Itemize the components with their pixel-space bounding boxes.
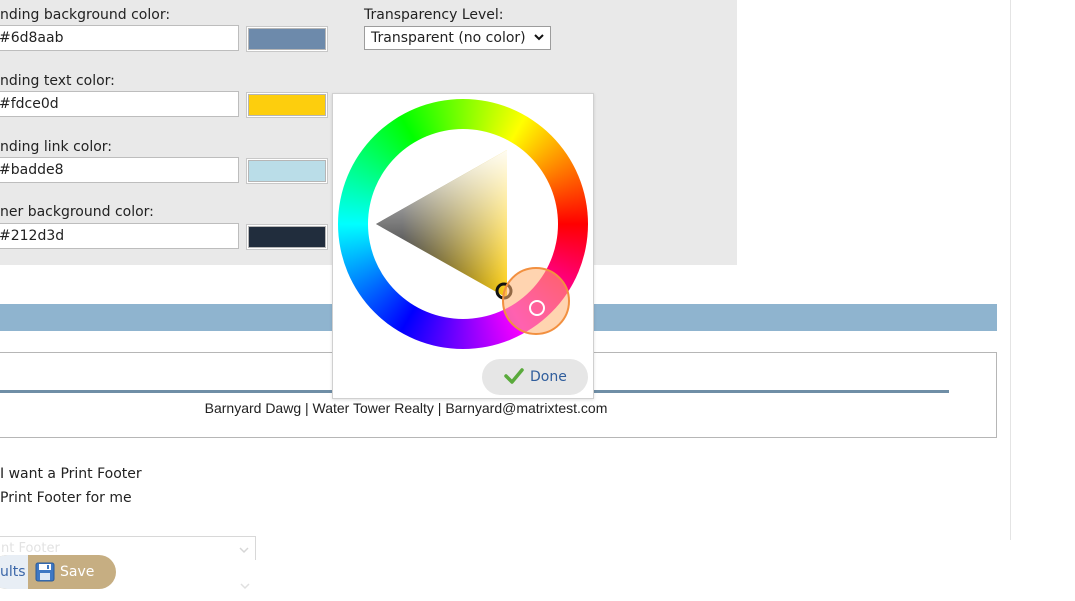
save-button-group: ults Save [0, 555, 116, 589]
results-button-label: ults [0, 564, 26, 580]
heading-text-color-swatch[interactable] [247, 93, 327, 117]
done-button-label: Done [530, 369, 567, 385]
transparency-selected-value: Transparent (no color) [371, 30, 526, 46]
heading-background-color-label: nding background color: [0, 7, 171, 23]
transparency-level-label: Transparency Level: [364, 7, 504, 23]
save-button[interactable]: Save [60, 564, 94, 580]
color-picker-popup: Done [332, 93, 594, 399]
transparency-level-select[interactable]: Transparent (no color) [364, 26, 551, 50]
results-button[interactable]: ults [0, 555, 28, 589]
heading-link-color-swatch[interactable] [247, 159, 327, 183]
heading-background-color-swatch[interactable] [247, 27, 327, 51]
chevron-down-icon [240, 583, 250, 590]
bottom-toolbar-area [0, 560, 1075, 601]
chevron-down-icon [239, 547, 249, 554]
heading-background-color-input[interactable]: #6d8aab [0, 25, 239, 51]
content-divider [1010, 0, 1011, 540]
footer-preview-text: Barnyard Dawg | Water Tower Realty | Bar… [204, 400, 608, 416]
print-footer-select-value: nt Footer [1, 541, 60, 556]
heading-text-color-input[interactable]: #fdce0d [0, 91, 239, 117]
checkmark-icon [504, 368, 524, 384]
banner-background-color-input[interactable]: #212d3d [0, 223, 239, 249]
done-button[interactable]: Done [482, 359, 588, 395]
print-footer-option-1[interactable]: I want a Print Footer [0, 466, 142, 482]
heading-link-color-input[interactable]: #badde8 [0, 157, 239, 183]
saturation-triangle-highlight [376, 150, 507, 298]
banner-background-color-swatch[interactable] [247, 225, 327, 249]
heading-link-color-label: nding link color: [0, 139, 113, 155]
heading-text-color-label: nding text color: [0, 73, 115, 89]
saturation-triangle-layer [376, 150, 570, 335]
chevron-down-icon [534, 34, 544, 41]
banner-background-color-label: ner background color: [0, 204, 154, 220]
floppy-disk-icon [35, 562, 55, 582]
print-footer-option-2[interactable]: Print Footer for me [0, 490, 132, 506]
